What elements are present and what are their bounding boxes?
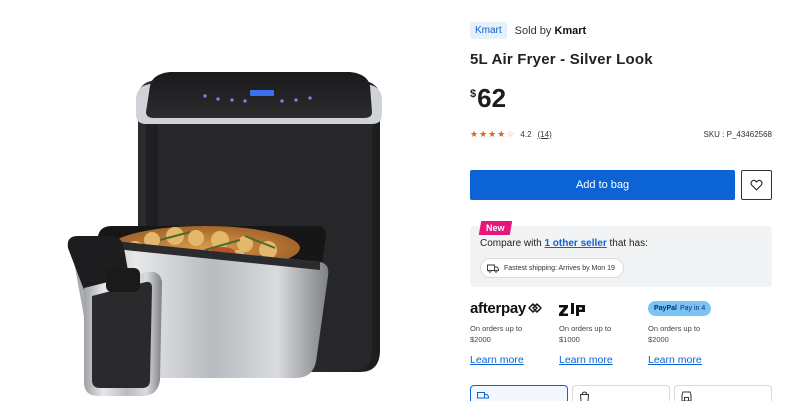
truck-icon	[487, 264, 499, 273]
zip-note-line1: On orders up to	[559, 324, 612, 333]
price-amount: 62	[477, 83, 507, 113]
sold-by-prefix: Sold by	[514, 24, 552, 37]
star-icon: ★	[479, 129, 488, 139]
paypal-logo-text: PayPal	[654, 304, 677, 312]
rating-value: 4.2	[520, 129, 532, 139]
star-rating[interactable]: ★ ★ ★ ★ ☆	[470, 129, 514, 139]
product-info-panel: Kmart Sold by Kmart 5L Air Fryer - Silve…	[470, 0, 772, 401]
zip-learn-more-link[interactable]: Learn more	[559, 354, 613, 366]
star-icon: ★	[497, 129, 506, 139]
afterpay-logo-text: afterpay	[470, 299, 526, 317]
click-collect-bag-icon	[579, 391, 590, 401]
paypal-learn-more-link[interactable]: Learn more	[648, 354, 702, 366]
brand-chip[interactable]: Kmart	[470, 22, 507, 39]
star-outline-icon: ☆	[506, 129, 515, 139]
payment-options: afterpay On orders up to $2000 Learn mor…	[470, 300, 772, 370]
price-currency: $	[470, 88, 477, 100]
sold-by-text: Sold by Kmart	[515, 25, 587, 37]
delivery-options-tabs	[470, 385, 772, 401]
shipping-text: Fastest shipping: Arrives by Mon 19	[504, 264, 615, 272]
afterpay-option: afterpay On orders up to $2000 Learn mor…	[470, 300, 565, 368]
review-count-link[interactable]: (14)	[538, 130, 552, 139]
zip-logo: zip	[559, 302, 585, 316]
compare-suffix: that has:	[606, 238, 648, 249]
seller-name[interactable]: Kmart	[554, 25, 586, 37]
paypal-note-line1: On orders up to	[648, 324, 701, 333]
paypal-note: On orders up to $2000	[648, 323, 743, 345]
paypal-logo: PayPal Pay in 4	[648, 300, 712, 316]
product-title: 5L Air Fryer - Silver Look	[470, 51, 653, 68]
afterpay-arrows-icon	[528, 303, 542, 313]
compare-sellers-box: New Compare with 1 other seller that has…	[470, 221, 772, 287]
afterpay-learn-more-link[interactable]: Learn more	[470, 354, 524, 366]
tab-in-store[interactable]	[674, 385, 772, 401]
new-badge-label: New	[486, 223, 505, 233]
star-icon: ★	[470, 129, 479, 139]
heart-icon	[750, 179, 763, 191]
zip-option: zip On orders up to $1000 Learn more	[559, 300, 654, 368]
afterpay-note-line2: $2000	[470, 335, 491, 344]
product-image	[0, 0, 455, 401]
new-badge: New	[478, 221, 512, 235]
zip-note-line2: $1000	[559, 335, 580, 344]
store-icon	[681, 391, 692, 401]
product-price: $ 62	[470, 84, 506, 112]
add-to-bag-button[interactable]: Add to bag	[470, 170, 736, 200]
delivery-truck-icon	[477, 392, 489, 399]
paypal-note-line2: $2000	[648, 335, 669, 344]
tab-delivery[interactable]	[470, 385, 568, 401]
afterpay-note-line1: On orders up to	[470, 324, 523, 333]
zip-note: On orders up to $1000	[559, 323, 654, 345]
shipping-chip[interactable]: Fastest shipping: Arrives by Mon 19	[480, 258, 624, 278]
compare-text: Compare with 1 other seller that has:	[480, 238, 648, 249]
add-to-bag-row: Add to bag	[470, 170, 772, 200]
zip-z-glyph	[559, 303, 568, 316]
afterpay-logo: afterpay	[470, 300, 543, 317]
star-icon: ★	[488, 129, 497, 139]
wishlist-button[interactable]	[741, 170, 772, 200]
afterpay-note: On orders up to $2000	[470, 323, 565, 345]
paypal-option: PayPal Pay in 4 On orders up to $2000 Le…	[648, 300, 743, 368]
seller-row: Kmart Sold by Kmart	[470, 22, 586, 39]
other-seller-link[interactable]: 1 other seller	[544, 238, 606, 249]
tab-click-collect[interactable]	[572, 385, 670, 401]
sku-text: SKU : P_43462568	[703, 129, 773, 139]
compare-prefix: Compare with	[480, 238, 545, 249]
paypal-logo-sub: Pay in 4	[679, 304, 706, 312]
rating-row: ★ ★ ★ ★ ☆ 4.2 (14) SKU : P_43462568	[470, 129, 772, 139]
air-fryer-illustration	[67, 72, 382, 396]
